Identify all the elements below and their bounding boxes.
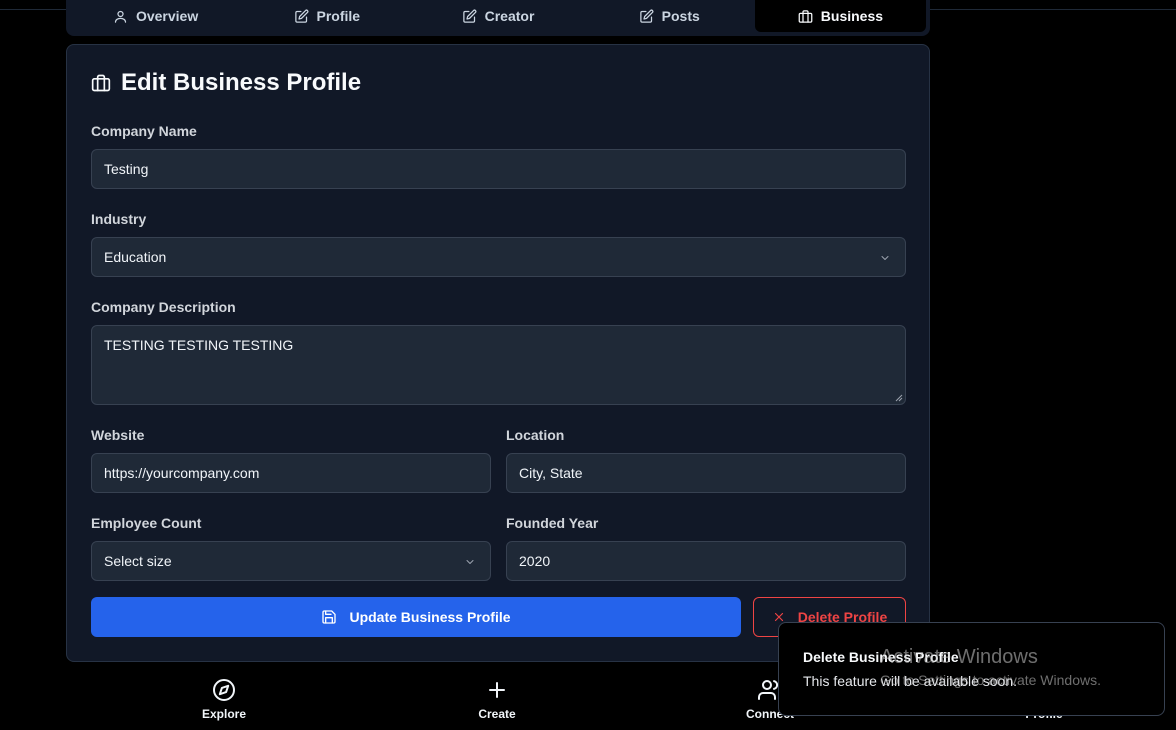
briefcase-icon	[798, 9, 813, 23]
user-icon	[114, 10, 127, 23]
tab-business[interactable]: Business	[754, 0, 927, 32]
save-icon	[322, 610, 337, 624]
tab-overview[interactable]: Overview	[70, 0, 241, 32]
compass-icon	[213, 679, 235, 701]
update-button-label: Update Business Profile	[349, 609, 511, 625]
page-title-text: Edit Business Profile	[121, 69, 362, 96]
tab-label: Business	[820, 8, 884, 24]
website-label: Website	[91, 427, 145, 443]
employee-count-value: Select size	[104, 553, 172, 569]
tab-posts[interactable]: Posts	[584, 0, 755, 32]
tab-label: Overview	[135, 8, 199, 24]
founded-year-value: 2020	[519, 553, 551, 569]
company-description-value: TESTING TESTING TESTING	[104, 337, 294, 353]
tab-creator[interactable]: Creator	[412, 0, 583, 32]
nav-label: Explore	[201, 707, 246, 721]
chevron-down-icon	[879, 251, 891, 263]
tab-label: Profile	[316, 8, 361, 24]
company-description-textarea[interactable]: TESTING TESTING TESTING	[91, 325, 906, 405]
industry-label: Industry	[91, 211, 147, 227]
nav-explore[interactable]: Explore	[164, 678, 284, 721]
company-name-value: Testing	[104, 161, 149, 177]
profile-tabs: Overview Profile Creator Posts Business	[66, 0, 930, 36]
tab-label: Creator	[484, 8, 535, 24]
update-business-profile-button[interactable]: Update Business Profile	[91, 597, 741, 637]
founded-year-input[interactable]: 2020	[506, 541, 906, 581]
company-name-label: Company Name	[91, 123, 197, 139]
watermark-title: Activate Windows	[880, 646, 1038, 668]
chevron-down-icon	[464, 555, 476, 567]
location-input[interactable]: City, State	[506, 453, 906, 493]
plus-icon	[489, 682, 505, 698]
website-input[interactable]: https://yourcompany.com	[91, 453, 491, 493]
nav-label: Create	[478, 707, 516, 721]
briefcase-icon	[91, 74, 111, 92]
edit-icon	[294, 9, 308, 23]
watermark-subtitle: Go to Settings to activate Windows.	[880, 672, 1101, 688]
industry-value: Education	[104, 249, 167, 265]
business-profile-card: Edit Business Profile Company Name Testi…	[66, 44, 930, 662]
edit-icon	[462, 9, 477, 23]
nav-create[interactable]: Create	[437, 678, 557, 721]
employee-count-label: Employee Count	[91, 515, 202, 531]
website-placeholder: https://yourcompany.com	[104, 465, 260, 481]
activate-windows-watermark: Activate Windows Go to Settings to activ…	[880, 646, 1101, 688]
employee-count-select[interactable]: Select size	[91, 541, 491, 581]
tab-label: Posts	[661, 8, 700, 24]
company-description-label: Company Description	[91, 299, 236, 315]
location-placeholder: City, State	[519, 465, 583, 481]
page-title: Edit Business Profile	[91, 69, 361, 97]
location-label: Location	[506, 427, 565, 443]
tab-profile[interactable]: Profile	[241, 0, 412, 32]
founded-year-label: Founded Year	[506, 515, 599, 531]
edit-icon	[639, 9, 654, 23]
company-name-input[interactable]: Testing	[91, 149, 906, 189]
industry-select[interactable]: Education	[91, 237, 906, 277]
resize-handle-icon[interactable]	[895, 394, 903, 402]
